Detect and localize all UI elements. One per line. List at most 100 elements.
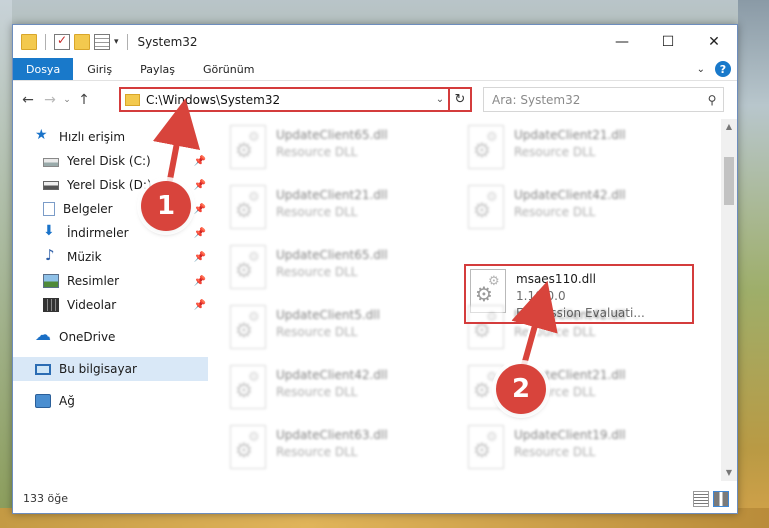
- ribbon-right-controls: ⌄ ?: [697, 61, 731, 77]
- scroll-down-icon[interactable]: ▼: [721, 465, 737, 481]
- dll-file-icon: [230, 245, 266, 289]
- file-description: Resource DLL: [276, 265, 358, 279]
- file-tile[interactable]: UpdateClient42.dll Resource DLL: [468, 185, 698, 237]
- title-bar: ▾ System32 — ☐ ✕: [13, 25, 737, 58]
- properties-icon[interactable]: [94, 33, 110, 50]
- toolbar-divider: [126, 33, 128, 50]
- file-description: Resource DLL: [514, 205, 596, 219]
- file-name: UpdateClient5.dll: [276, 308, 380, 322]
- sidebar-item-label: Resimler: [67, 274, 120, 288]
- refresh-icon[interactable]: ↻: [448, 89, 470, 110]
- dll-file-icon: [230, 305, 266, 349]
- tab-share[interactable]: Paylaş: [126, 58, 189, 80]
- close-button[interactable]: ✕: [691, 25, 737, 58]
- file-tile[interactable]: UpdateClient5.dll Resource DLL: [230, 305, 460, 357]
- large-icons-view-icon[interactable]: [713, 491, 729, 507]
- file-tile[interactable]: UpdateClient21.dll Resource DLL: [230, 185, 460, 237]
- pin-icon[interactable]: 📌: [194, 276, 206, 287]
- sidebar-item-label: OneDrive: [59, 330, 116, 344]
- sidebar-item-label: Videolar: [67, 298, 117, 312]
- sidebar-item-label: Bu bilgisayar: [59, 362, 137, 376]
- dll-file-icon: [230, 425, 266, 469]
- file-name: UpdateClient21.dll: [276, 188, 388, 202]
- file-list: UpdateClient65.dll Resource DLL UpdateCli…: [208, 119, 721, 481]
- navigation-pane: Hızlı erişim Yerel Disk (C:) 📌 Yerel Dis…: [13, 119, 208, 481]
- file-name: UpdateClient42.dll: [276, 368, 388, 382]
- sidebar-item-label: İndirmeler: [67, 226, 129, 240]
- file-name: UpdateClient63.dll: [276, 428, 388, 442]
- sidebar-item-quick-access[interactable]: Hızlı erişim: [13, 125, 208, 149]
- videos-icon: [43, 298, 59, 312]
- properties-check-icon[interactable]: [54, 33, 70, 50]
- expand-ribbon-chevron-icon[interactable]: ⌄: [697, 64, 705, 75]
- details-view-icon[interactable]: [693, 491, 709, 507]
- up-arrow-icon[interactable]: ↑: [73, 92, 95, 108]
- documents-icon: [43, 202, 55, 216]
- search-icon[interactable]: ⚲: [701, 93, 723, 107]
- sidebar-item-music[interactable]: Müzik 📌: [13, 245, 208, 269]
- computer-icon: [35, 363, 51, 375]
- scrollbar-thumb[interactable]: [724, 157, 734, 205]
- pictures-icon: [43, 274, 59, 288]
- network-icon: [35, 394, 51, 408]
- file-tile[interactable]: UpdateClient63.dll Resource DLL: [230, 425, 460, 477]
- new-folder-icon[interactable]: [74, 33, 90, 50]
- minimize-button[interactable]: —: [599, 25, 645, 58]
- file-name: UpdateClient42.dll: [514, 188, 626, 202]
- file-description: Resource DLL: [276, 145, 358, 159]
- star-icon: [35, 127, 51, 144]
- maximize-button[interactable]: ☐: [645, 25, 691, 58]
- sidebar-item-onedrive[interactable]: OneDrive: [13, 325, 208, 349]
- scroll-up-icon[interactable]: ▲: [721, 119, 737, 135]
- sidebar-item-pictures[interactable]: Resimler 📌: [13, 269, 208, 293]
- desktop-background-right: [738, 0, 769, 528]
- sidebar-item-this-pc[interactable]: Bu bilgisayar: [13, 357, 208, 381]
- tab-home[interactable]: Giriş: [73, 58, 126, 80]
- file-tile[interactable]: UpdateClient19.dll Resource DLL: [468, 425, 698, 477]
- download-icon: [43, 223, 59, 240]
- file-tile[interactable]: UpdateClient65.dll Resource DLL: [230, 125, 460, 177]
- sidebar-item-network[interactable]: Ağ: [13, 389, 208, 413]
- sidebar-item-videos[interactable]: Videolar 📌: [13, 293, 208, 317]
- back-arrow-icon[interactable]: ←: [17, 92, 39, 108]
- file-highlight-box: [464, 264, 694, 324]
- address-path[interactable]: C:\Windows\System32: [146, 93, 432, 107]
- recent-locations-chevron-icon[interactable]: ⌄: [61, 95, 73, 105]
- pin-icon[interactable]: 📌: [194, 228, 206, 239]
- address-bar[interactable]: C:\Windows\System32 ⌄ ↻: [119, 87, 472, 112]
- vertical-scrollbar[interactable]: ▲ ▼: [721, 119, 737, 481]
- folder-icon: [21, 33, 37, 50]
- file-description: Resource DLL: [276, 385, 358, 399]
- sidebar-item-local-disk-c[interactable]: Yerel Disk (C:) 📌: [13, 149, 208, 173]
- pin-icon[interactable]: 📌: [194, 204, 206, 215]
- window-title: System32: [137, 34, 198, 49]
- search-input[interactable]: [492, 92, 701, 107]
- file-tile[interactable]: UpdateClient65.dll Resource DLL: [230, 245, 460, 297]
- tab-file[interactable]: Dosya: [13, 58, 74, 80]
- pin-icon[interactable]: 📌: [194, 156, 206, 167]
- file-tile[interactable]: UpdateClient42.dll Resource DLL: [230, 365, 460, 417]
- dll-file-icon: [230, 125, 266, 169]
- customize-toolbar-chevron-icon[interactable]: ▾: [114, 37, 119, 47]
- pin-icon[interactable]: 📌: [194, 252, 206, 263]
- step-callout-2: 2: [496, 364, 546, 414]
- pin-icon[interactable]: 📌: [194, 300, 206, 311]
- navigation-bar: ← → ⌄ ↑ C:\Windows\System32 ⌄ ↻ ⚲: [13, 81, 737, 118]
- main-area: Hızlı erişim Yerel Disk (C:) 📌 Yerel Dis…: [13, 119, 737, 481]
- step-callout-1: 1: [141, 181, 191, 231]
- file-name: UpdateClient65.dll: [276, 248, 388, 262]
- ribbon-tabs: Dosya Giriş Paylaş Görünüm ⌄ ?: [13, 58, 737, 81]
- tab-view[interactable]: Görünüm: [189, 58, 268, 80]
- search-field[interactable]: ⚲: [483, 87, 724, 112]
- music-icon: [43, 246, 59, 264]
- address-dropdown-chevron-icon[interactable]: ⌄: [432, 94, 448, 105]
- file-tile[interactable]: UpdateClient21.dll Resource DLL: [468, 125, 698, 177]
- file-description: Resource DLL: [276, 325, 358, 339]
- drive-icon: [43, 180, 59, 190]
- dll-file-icon: [468, 185, 504, 229]
- sidebar-item-label: Müzik: [67, 250, 102, 264]
- pin-icon[interactable]: 📌: [194, 180, 206, 191]
- sidebar-item-label: Yerel Disk (C:): [67, 154, 151, 168]
- forward-arrow-icon[interactable]: →: [39, 92, 61, 108]
- help-icon[interactable]: ?: [715, 61, 731, 77]
